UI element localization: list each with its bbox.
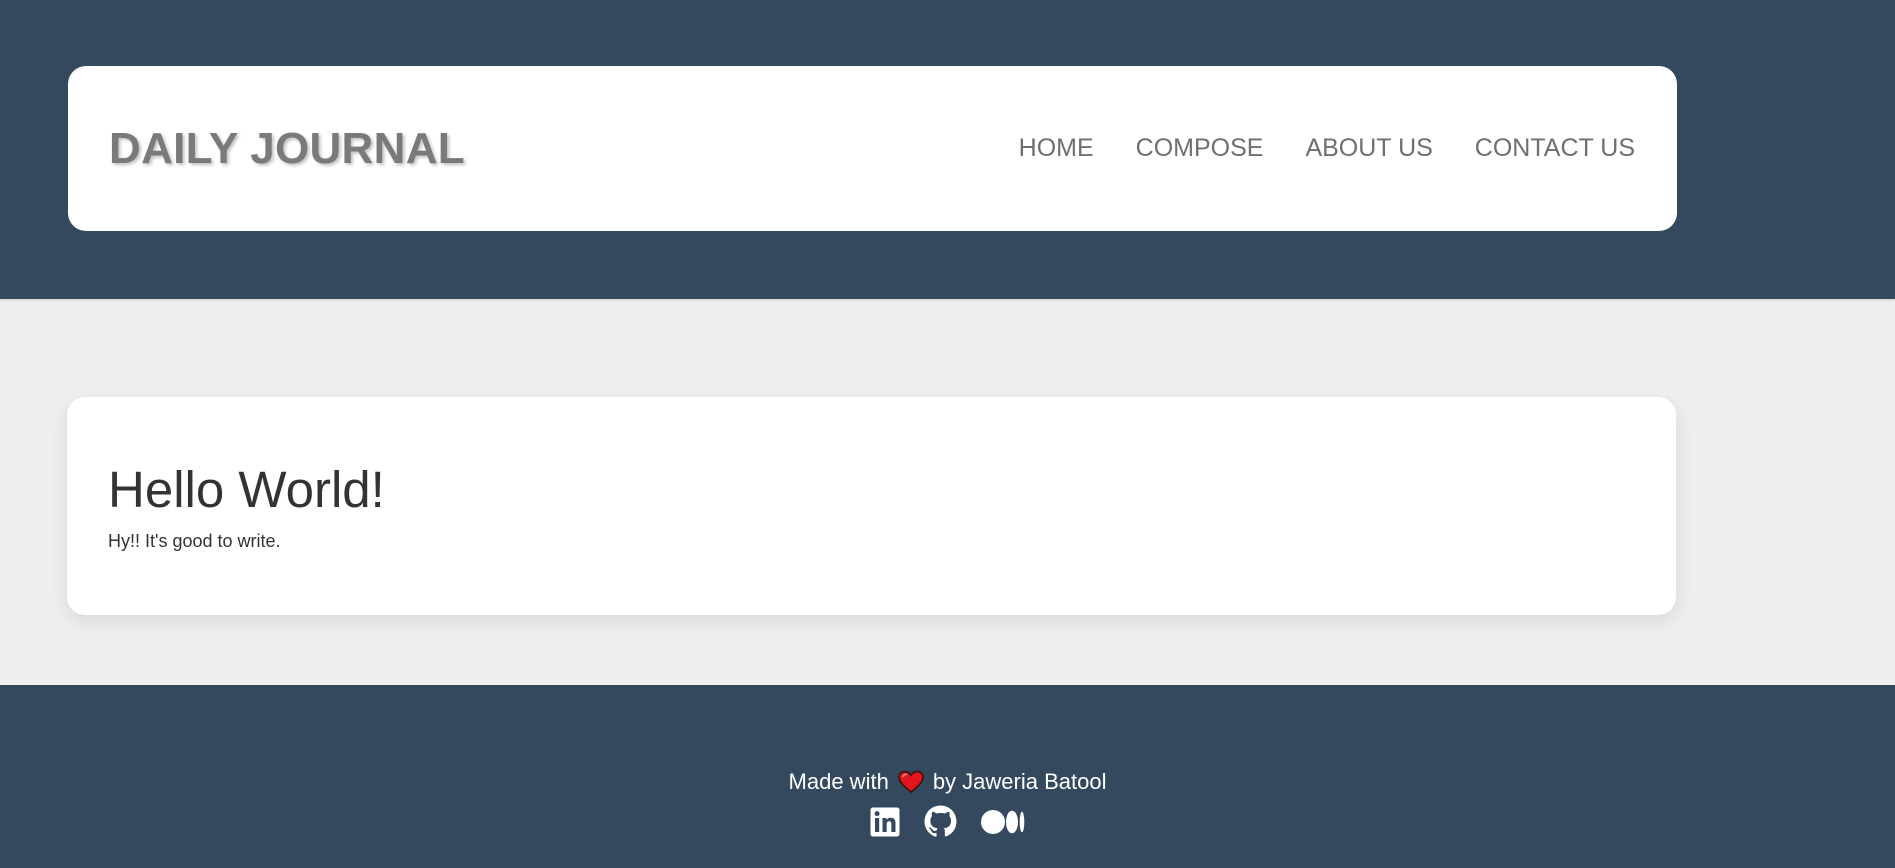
post-title: Hello World! (108, 461, 385, 518)
medium-link[interactable] (981, 809, 1025, 835)
github-icon (924, 805, 957, 842)
nav-about-us[interactable]: ABOUT US (1305, 134, 1432, 163)
heart-icon (898, 770, 924, 794)
nav-links: HOME COMPOSE ABOUT US CONTACT US (1019, 134, 1635, 163)
header-band: DAILY JOURNAL HOME COMPOSE ABOUT US CONT… (0, 0, 1895, 299)
footer: Made with by Jaweria Batool (0, 685, 1895, 868)
navbar: DAILY JOURNAL HOME COMPOSE ABOUT US CONT… (68, 66, 1677, 231)
author-text: by Jaweria Batool (932, 769, 1107, 794)
linkedin-icon (870, 807, 900, 841)
post-body: Hy!! It's good to write. (108, 531, 281, 551)
made-with-text: Made with (788, 769, 889, 794)
medium-icon (981, 809, 1025, 839)
linkedin-link[interactable] (870, 807, 900, 837)
github-link[interactable] (924, 805, 957, 838)
post-card: Hello World! Hy!! It's good to write. (67, 397, 1676, 615)
footer-credit: Made with by Jaweria Batool (0, 769, 1895, 795)
nav-compose[interactable]: COMPOSE (1136, 134, 1264, 163)
social-links (0, 805, 1895, 838)
nav-home[interactable]: HOME (1019, 134, 1094, 163)
nav-contact-us[interactable]: CONTACT US (1475, 134, 1635, 163)
brand-logo[interactable]: DAILY JOURNAL (109, 124, 465, 174)
